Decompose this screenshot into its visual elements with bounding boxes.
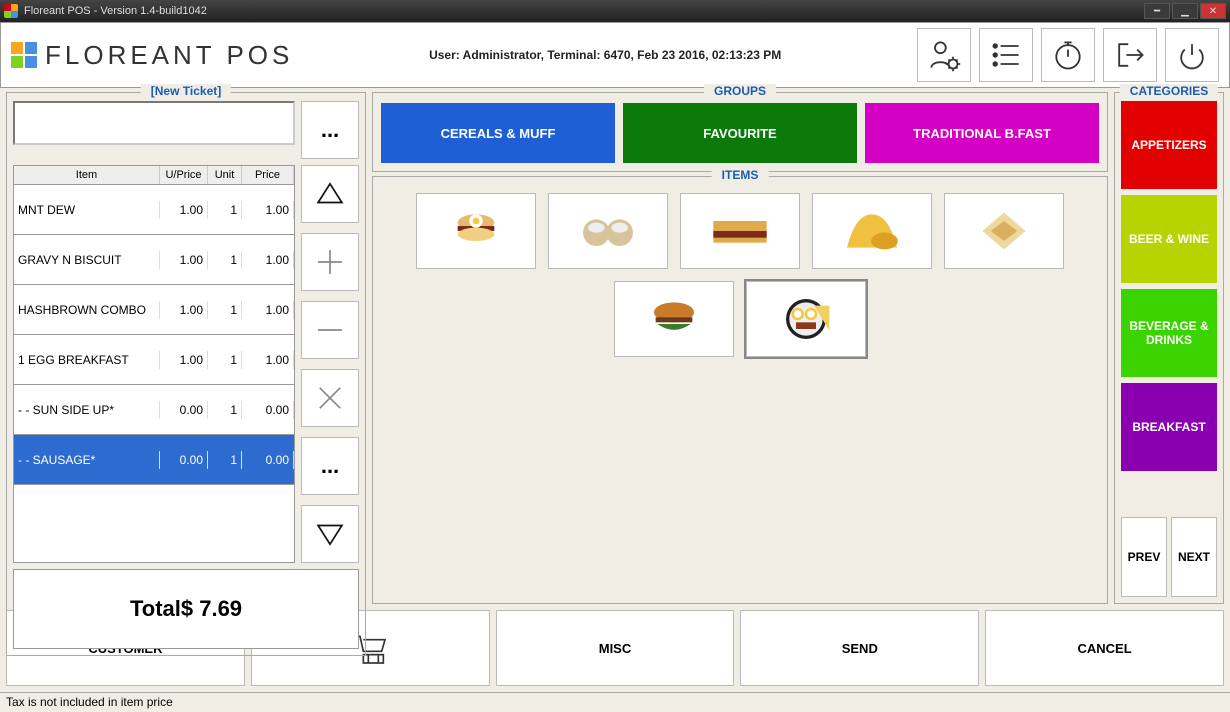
categories-title: CATEGORIES: [1120, 84, 1218, 98]
list-button[interactable]: [979, 28, 1033, 82]
item-6[interactable]: [614, 281, 734, 357]
ticket-row[interactable]: MNT DEW1.0011.00: [14, 185, 294, 235]
ticket-row[interactable]: HASHBROWN COMBO1.0011.00: [14, 285, 294, 335]
brand-text: FLOREANT POS: [45, 40, 293, 71]
window-maximize[interactable]: ▁: [1172, 3, 1198, 19]
ticket-more-button[interactable]: ...: [301, 101, 359, 159]
window-titlebar: Floreant POS - Version 1.4-build1042 ━ ▁…: [0, 0, 1230, 22]
ticket-total: Total$ 7.69: [13, 569, 359, 649]
window-title: Floreant POS - Version 1.4-build1042: [24, 5, 207, 17]
app-header: FLOREANT POS User: Administrator, Termin…: [0, 22, 1230, 88]
ticket-row[interactable]: 1 EGG BREAKFAST1.0011.00: [14, 335, 294, 385]
decrement-button[interactable]: [301, 301, 359, 359]
category-next-button[interactable]: NEXT: [1171, 517, 1217, 597]
user-gear-icon: [926, 37, 962, 73]
timer-button[interactable]: [1041, 28, 1095, 82]
stopwatch-icon: [1050, 37, 1086, 73]
category-button[interactable]: APPETIZERS: [1121, 101, 1217, 189]
category-button[interactable]: BEER & WINE: [1121, 195, 1217, 283]
brand: FLOREANT POS: [11, 40, 293, 71]
col-uprice: U/Price: [160, 166, 208, 184]
logout-button[interactable]: [1103, 28, 1157, 82]
groups-title: GROUPS: [704, 84, 776, 98]
triangle-down-icon: [313, 517, 347, 551]
triangle-up-icon: [313, 177, 347, 211]
window-close[interactable]: ✕: [1200, 3, 1226, 19]
ticket-input[interactable]: [13, 101, 295, 145]
categories-panel: CATEGORIES APPETIZERSBEER & WINEBEVERAGE…: [1114, 92, 1224, 604]
col-price: Price: [242, 166, 294, 184]
power-icon: [1174, 37, 1210, 73]
item-4[interactable]: [812, 193, 932, 269]
delete-button[interactable]: [301, 369, 359, 427]
group-button[interactable]: CEREALS & MUFF: [381, 103, 615, 163]
cancel-button[interactable]: CANCEL: [985, 610, 1224, 686]
exit-icon: [1112, 37, 1148, 73]
misc-button[interactable]: MISC: [496, 610, 735, 686]
item-2[interactable]: [548, 193, 668, 269]
ticket-table: Item U/Price Unit Price MNT DEW1.0011.00…: [13, 165, 295, 563]
scroll-down-button[interactable]: [301, 505, 359, 563]
plus-icon: [313, 245, 347, 279]
item-5[interactable]: [944, 193, 1064, 269]
power-button[interactable]: [1165, 28, 1219, 82]
increment-button[interactable]: [301, 233, 359, 291]
item-7[interactable]: [746, 281, 866, 357]
app-icon: [4, 4, 18, 18]
category-prev-button[interactable]: PREV: [1121, 517, 1167, 597]
x-icon: [313, 381, 347, 415]
user-info: User: Administrator, Terminal: 6470, Feb…: [429, 48, 781, 62]
scroll-up-button[interactable]: [301, 165, 359, 223]
groups-panel: GROUPS CEREALS & MUFFFAVOURITETRADITIONA…: [372, 92, 1108, 172]
col-item: Item: [14, 166, 160, 184]
ticket-row[interactable]: - - SUN SIDE UP*0.0010.00: [14, 385, 294, 435]
send-button[interactable]: SEND: [740, 610, 979, 686]
status-bar: Tax is not included in item price: [0, 692, 1230, 712]
items-panel: ITEMS: [372, 176, 1108, 604]
category-button[interactable]: BREAKFAST: [1121, 383, 1217, 471]
list-icon: [988, 37, 1024, 73]
items-title: ITEMS: [712, 168, 769, 182]
group-button[interactable]: TRADITIONAL B.FAST: [865, 103, 1099, 163]
ticket-more2-button[interactable]: ...: [301, 437, 359, 495]
user-settings-button[interactable]: [917, 28, 971, 82]
minus-icon: [313, 313, 347, 347]
ticket-panel-title: [New Ticket]: [141, 84, 231, 98]
ticket-row[interactable]: GRAVY N BISCUIT1.0011.00: [14, 235, 294, 285]
ticket-row[interactable]: - - SAUSAGE*0.0010.00: [14, 435, 294, 485]
col-unit: Unit: [208, 166, 242, 184]
ticket-panel: [New Ticket] ... Item U/Price Unit Price…: [6, 92, 366, 656]
window-minimize[interactable]: ━: [1144, 3, 1170, 19]
item-1[interactable]: [416, 193, 536, 269]
item-3[interactable]: [680, 193, 800, 269]
brand-logo-icon: [11, 42, 37, 68]
category-button[interactable]: BEVERAGE & DRINKS: [1121, 289, 1217, 377]
group-button[interactable]: FAVOURITE: [623, 103, 857, 163]
